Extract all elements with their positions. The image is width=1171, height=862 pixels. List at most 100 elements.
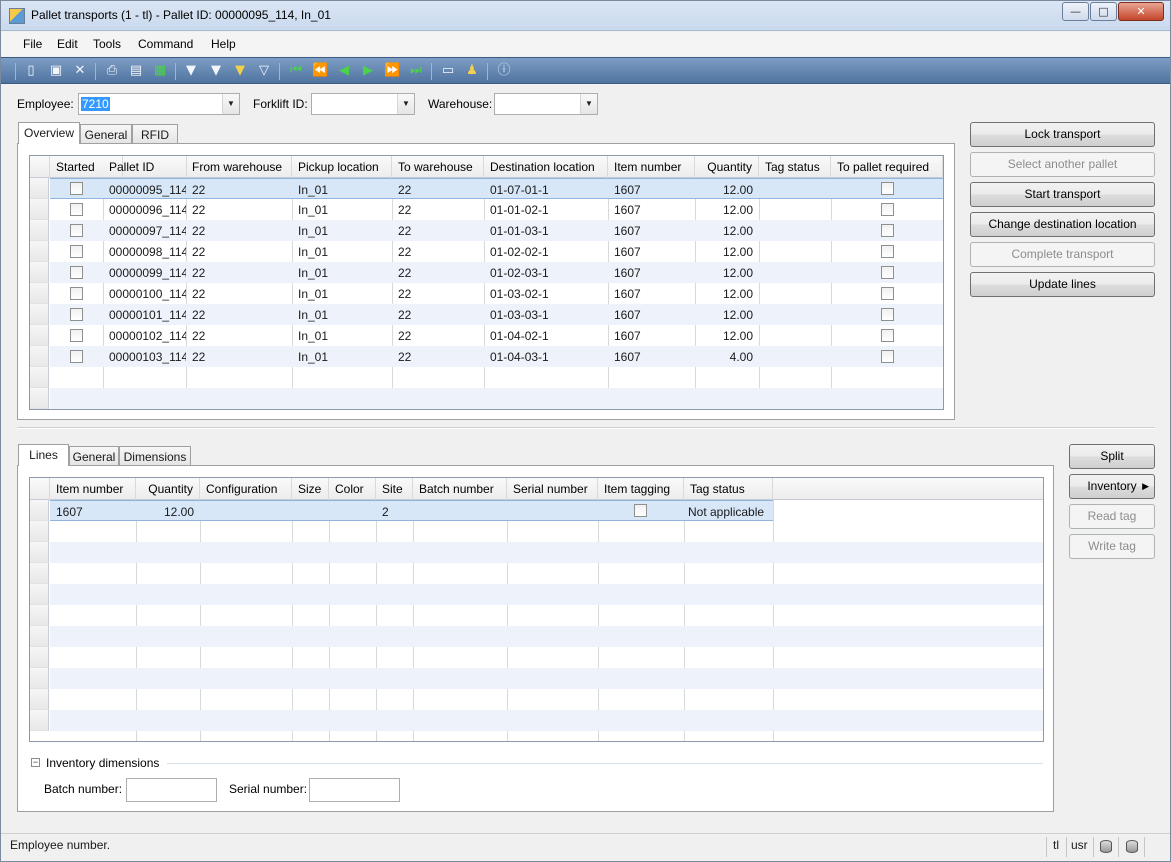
last-record-icon[interactable]: ⏭ [408,63,424,79]
tab-lines[interactable]: Lines [18,444,69,466]
row-selector[interactable] [30,584,49,605]
row-selector[interactable] [30,521,49,542]
row-selector[interactable] [30,710,49,731]
menu-tools[interactable]: Tools [93,37,121,51]
col-serial-number[interactable]: Serial number [507,478,598,500]
col-quantity[interactable]: Quantity [136,478,200,500]
col-item-number[interactable]: Item number [608,156,695,178]
export-excel-icon[interactable]: ▦ [152,63,168,79]
write-tag-button[interactable]: Write tag [1069,534,1155,559]
print-preview-icon[interactable]: ▤ [128,63,144,79]
col-size[interactable]: Size [292,478,329,500]
chevron-down-icon[interactable]: ▼ [397,94,414,114]
employee-value[interactable]: 7210 [81,97,110,111]
inventory-button[interactable]: Inventory ▶ [1069,474,1155,499]
batch-number-field[interactable] [126,778,217,802]
database-icon[interactable] [1100,840,1112,853]
database-icon[interactable] [1126,840,1138,853]
started-checkbox[interactable] [70,287,83,300]
document-handling-icon[interactable]: ▭ [440,63,456,79]
row-selector[interactable] [30,241,49,262]
row-selector[interactable] [30,199,49,220]
table-row[interactable]: 00000103_114 22 In_01 22 01-04-03-1 1607… [50,346,943,367]
to-pallet-required-checkbox[interactable] [881,245,894,258]
table-row[interactable]: 00000101_114 22 In_01 22 01-03-03-1 1607… [50,304,943,325]
tab-dimensions[interactable]: Dimensions [119,446,191,466]
table-row-empty[interactable] [50,388,943,409]
filter-by-selection-icon[interactable]: ▼ [183,63,199,79]
select-another-pallet-button[interactable]: Select another pallet [970,152,1155,177]
to-pallet-required-checkbox[interactable] [881,287,894,300]
start-transport-button[interactable]: Start transport [970,182,1155,207]
table-row-empty[interactable] [50,542,1043,563]
col-batch-number[interactable]: Batch number [413,478,507,500]
col-item-number[interactable]: Item number [50,478,136,500]
col-item-tagging[interactable]: Item tagging [598,478,684,500]
col-configuration[interactable]: Configuration [200,478,292,500]
delete-icon[interactable]: ✕ [72,63,88,79]
read-tag-button[interactable]: Read tag [1069,504,1155,529]
first-record-icon[interactable]: ⏮ [288,63,304,79]
row-selector[interactable] [30,563,49,584]
table-row-empty[interactable] [50,563,1043,584]
to-pallet-required-checkbox[interactable] [881,329,894,342]
table-row-empty[interactable] [50,605,1043,626]
section-splitter[interactable] [17,427,1155,429]
started-checkbox[interactable] [70,224,83,237]
next-record-icon[interactable]: ▶ [360,63,376,79]
print-icon[interactable]: ⎙ [104,63,120,79]
help-icon[interactable]: ⓘ [496,63,512,79]
to-pallet-required-checkbox[interactable] [881,266,894,279]
table-row[interactable]: 00000099_114 22 In_01 22 01-02-03-1 1607… [50,262,943,283]
table-row[interactable]: 1607 12.00 2 Not applicable [50,500,773,521]
row-selector[interactable] [30,605,49,626]
table-row-empty[interactable] [50,584,1043,605]
menu-command[interactable]: Command [138,37,193,51]
to-pallet-required-checkbox[interactable] [881,350,894,363]
to-pallet-required-checkbox[interactable] [881,308,894,321]
table-row[interactable]: 00000097_114 22 In_01 22 01-01-03-1 1607… [50,220,943,241]
table-row[interactable]: 00000095_114 22 In_01 22 01-07-01-1 1607… [50,178,943,199]
warehouse-combo[interactable]: ▼ [494,93,598,115]
serial-number-field[interactable] [309,778,400,802]
title-bar[interactable]: Pallet transports (1 - tl) - Pallet ID: … [1,1,1170,31]
table-row[interactable]: 00000098_114 22 In_01 22 01-02-02-1 1607… [50,241,943,262]
close-button[interactable]: ✕ [1118,2,1164,21]
item-tagging-checkbox[interactable] [634,504,647,517]
row-selector[interactable] [30,283,49,304]
split-button[interactable]: Split [1069,444,1155,469]
status-layer[interactable]: usr [1071,838,1088,858]
tab-lines-general[interactable]: General [69,446,119,466]
chevron-down-icon[interactable]: ▼ [222,94,239,114]
table-row-empty[interactable] [50,710,1043,731]
lock-transport-button[interactable]: Lock transport [970,122,1155,147]
table-row[interactable]: 00000100_114 22 In_01 22 01-03-02-1 1607… [50,283,943,304]
col-from-warehouse[interactable]: From warehouse [186,156,292,178]
previous-page-icon[interactable]: ⏪ [312,63,328,79]
chevron-down-icon[interactable]: ▼ [580,94,597,114]
col-quantity[interactable]: Quantity [695,156,759,178]
started-checkbox[interactable] [70,266,83,279]
to-pallet-required-checkbox[interactable] [881,182,894,195]
advanced-filter-icon[interactable]: ▼ [232,63,248,79]
row-selector[interactable] [30,542,49,563]
employee-combo[interactable]: 7210 ▼ [78,93,240,115]
row-selector[interactable] [30,647,49,668]
new-icon[interactable]: ▯ [23,63,39,79]
to-pallet-required-checkbox[interactable] [881,203,894,216]
status-company[interactable]: tl [1053,838,1059,858]
col-to-warehouse[interactable]: To warehouse [392,156,484,178]
tab-overview[interactable]: Overview [18,122,80,144]
menu-help[interactable]: Help [211,37,236,51]
col-pickup-location[interactable]: Pickup location [292,156,392,178]
table-row-empty[interactable] [50,367,943,388]
filter-by-grid-icon[interactable]: ▼ [208,63,224,79]
row-selector[interactable] [30,500,49,521]
maximize-button[interactable]: □ [1090,2,1117,21]
started-checkbox[interactable] [70,329,83,342]
col-pallet-id[interactable]: Pallet ID [103,156,187,178]
table-row-empty[interactable] [50,521,1043,542]
started-checkbox[interactable] [70,245,83,258]
row-selector[interactable] [30,346,49,367]
forklift-combo[interactable]: ▼ [311,93,415,115]
